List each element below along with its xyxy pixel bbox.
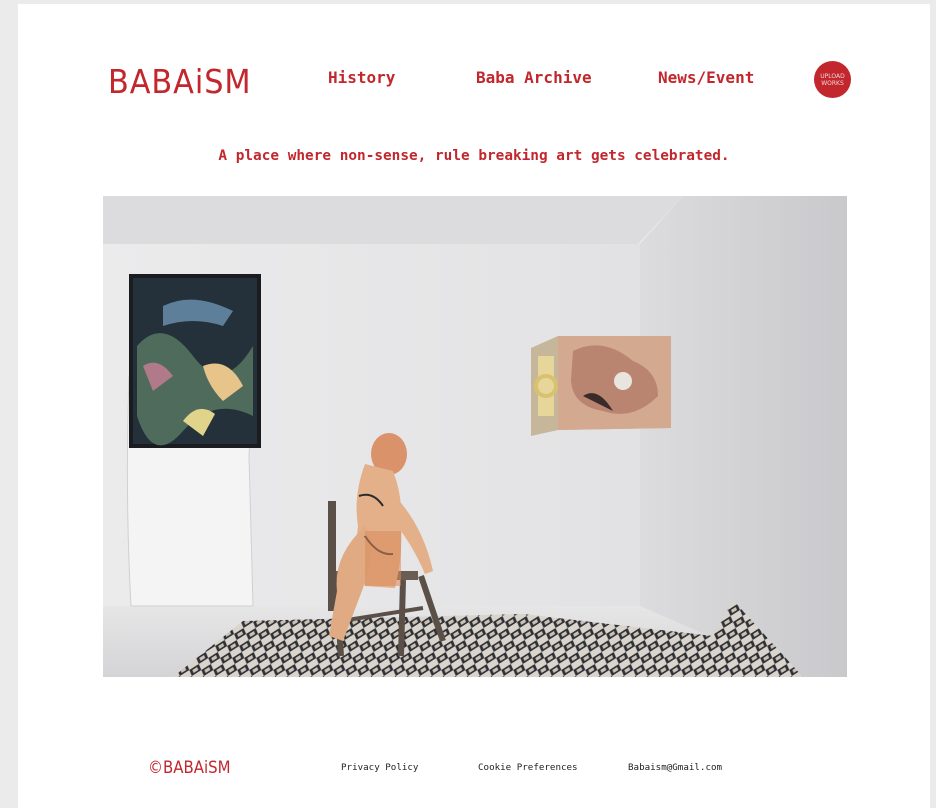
hero-image: [103, 196, 847, 677]
footer-logo[interactable]: ©BABAiSM: [148, 758, 231, 778]
upload-button-line1: UPLOAD: [820, 72, 845, 80]
cookie-preferences-link[interactable]: Cookie Preferences: [478, 762, 578, 773]
upload-works-button[interactable]: UPLOAD WORKS: [814, 61, 851, 98]
nav-news-event-link[interactable]: News/Event: [658, 68, 754, 87]
gallery-installation-photo: [103, 196, 847, 677]
site-logo[interactable]: BABAiSM: [108, 62, 252, 101]
tagline: A place where non-sense, rule breaking a…: [218, 148, 730, 164]
page: BABAiSM History Baba Archive News/Event …: [18, 4, 930, 808]
contact-email-link[interactable]: Babaism@Gmail.com: [628, 762, 722, 773]
privacy-policy-link[interactable]: Privacy Policy: [341, 762, 418, 773]
nav-baba-archive-link[interactable]: Baba Archive: [476, 68, 592, 87]
upload-button-line2: WORKS: [821, 79, 844, 87]
nav-history-link[interactable]: History: [328, 68, 395, 87]
